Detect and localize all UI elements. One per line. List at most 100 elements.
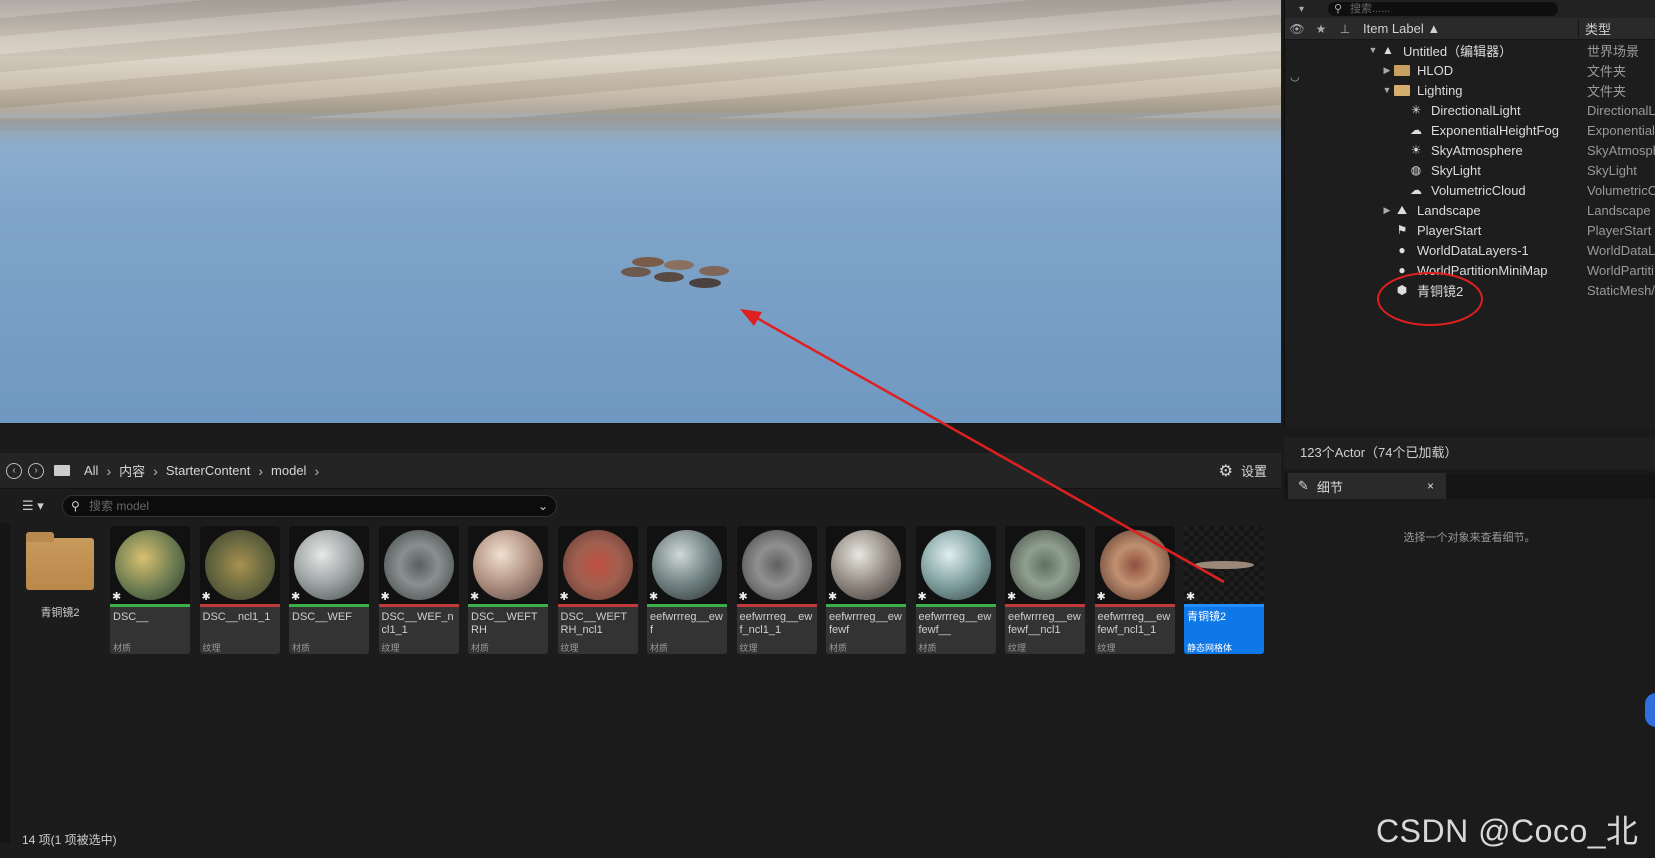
asset-badge-icon: ✱ [201,591,211,603]
back-icon[interactable]: ‹ [6,462,22,479]
pin-column-icon[interactable]: ⊥ [1333,22,1357,36]
asset-name: eefwrrreg__ewfewf_ncl1_1 [1097,611,1171,636]
chevron-right-icon[interactable]: › [314,463,319,479]
breadcrumb-content[interactable]: 内容 [119,461,145,480]
asset-tile[interactable]: ✱ DSC__WEF 材质 [289,526,369,654]
side-handle[interactable] [1645,693,1655,727]
bronze-mirror-thumbnail [652,530,722,600]
folder-tile[interactable]: 青铜镜2 [22,532,98,620]
asset-type: 材质 [292,643,311,653]
asset-tile[interactable]: ✱ DSC__WEF_ncl1_1 纹理 [378,526,459,654]
tab-details[interactable]: ✎ 细节 × [1288,473,1446,499]
asset-name: DSC__WEF [292,611,352,623]
sky-light-icon: ◍ [1410,163,1422,177]
expand-arrow-icon[interactable]: ▶ [1381,205,1393,216]
details-tabbar: ✎ 细节 × [1284,473,1655,499]
outliner-row-type: WorldPartiti [1587,262,1654,278]
bronze-mirror-thumbnail [831,530,901,600]
bronze-mirror-meshes[interactable] [0,0,1281,423]
asset-name: eefwrrreg__ewfewf__ncl1 [1008,611,1081,636]
outliner-row-label: SkyLight [1431,162,1481,178]
content-search-input[interactable]: ⚲ 搜索 model ⌄ [62,495,557,517]
breadcrumb-model[interactable]: model [271,463,306,478]
forward-icon[interactable]: › [28,462,44,479]
chevron-right-icon[interactable]: › [258,463,263,479]
outliner-search-input[interactable]: ⚲ 搜索...... [1328,2,1559,16]
asset-tile[interactable]: ✱ eefwrrreg__ewfewf_ncl1_1 纹理 [1094,526,1175,654]
outliner-row-type: SkyAtmosph [1587,142,1655,158]
asset-thumbnail: ✱ [110,526,190,604]
outliner-header: 👁 ★ ⊥ Item Label ▲ 类型 [1285,18,1655,40]
settings-button[interactable]: ⚙ 设置 [1219,461,1267,481]
bronze-mirror-thumbnail [115,530,185,600]
outliner-row[interactable]: ☁ VolumetricCloud VolumetricC [1285,180,1655,200]
asset-name: eefwrrreg__ewfewf [829,611,902,636]
outliner-row[interactable]: ▼ Lighting 文件夹 [1285,80,1655,100]
visibility-column-icon[interactable]: 👁 [1285,22,1309,36]
asset-type: 静态网格体 [1187,643,1233,653]
level-viewport[interactable] [0,0,1281,423]
asset-tile[interactable]: ✱ DSC__ncl1_1 纹理 [199,526,280,654]
expand-arrow-icon[interactable]: ▼ [1367,45,1379,55]
chevron-right-icon[interactable]: › [106,463,111,479]
asset-type: 纹理 [739,643,758,653]
asset-tile[interactable]: ✱ eefwrrreg__ewf 材质 [647,526,727,654]
outliner-row[interactable]: ☁ ExponentialHeightFog Exponentiall [1285,120,1655,140]
outliner-row[interactable]: ☀ SkyAtmosphere SkyAtmosph [1285,140,1655,160]
asset-tile[interactable]: ✱ eefwrrreg__ewf_ncl1_1 纹理 [736,526,817,654]
asset-name: eefwrrreg__ewfewf__ [918,611,992,636]
bronze-mirror-thumbnail [1099,530,1170,600]
outliner-row[interactable]: ▶ ⛰ Landscape Landscape [1285,200,1655,220]
expand-arrow-icon[interactable]: ▼ [1381,85,1393,95]
asset-name: eefwrrreg__ewf [650,611,723,636]
content-browser: ‹ › All › 内容 › StarterContent › model › … [0,453,1281,858]
asset-badge-icon: ✱ [1007,591,1017,603]
asset-name: DSC__WEFTRH_ncl1 [560,611,628,636]
asset-tile[interactable]: ✱ 青铜镜2 静态网格体 [1184,526,1264,654]
outliner-row-type: WorldDataL [1587,242,1655,258]
asset-tile[interactable]: ✱ eefwrrreg__ewfewf 材质 [826,526,906,654]
asset-tile[interactable]: ✱ DSC__WEFTRH 材质 [468,526,548,654]
type-column[interactable]: 类型 [1578,19,1611,38]
folder-icon[interactable] [54,465,70,476]
asset-tile[interactable]: ✱ DSC__WEFTRH_ncl1 纹理 [557,526,638,654]
details-panel: ✎ 细节 × 选择一个对象来查看细节。 [1284,473,1655,858]
expand-arrow-icon[interactable]: ▶ [1381,65,1393,76]
chevron-down-icon[interactable]: ⌄ [538,496,548,516]
visibility-eye-icon[interactable]: ◡ [1290,70,1300,83]
asset-badge-icon: ✱ [738,591,748,603]
asset-tile[interactable]: ✱ DSC__ 材质 [110,526,190,654]
breadcrumb-startercontent[interactable]: StarterContent [166,463,251,478]
folder-open-icon [1393,83,1411,97]
world-outliner: ▾ ⚲ 搜索...... 👁 ★ ⊥ Item Label ▲ 类型 ▼ ▲ Unt… [1284,0,1655,428]
outliner-row-label: SkyAtmosphere [1431,142,1523,158]
filter-icon[interactable]: ▾ [1299,4,1304,15]
watermark: CSDN @Coco_北辰 [1376,813,1639,849]
outliner-row[interactable]: ● WorldPartitionMiniMap WorldPartiti [1285,260,1655,280]
item-label-column[interactable]: Item Label ▲ [1363,21,1578,36]
close-icon[interactable]: × [1427,479,1434,493]
outliner-row[interactable]: ◍ SkyLight SkyLight [1285,160,1655,180]
outliner-row-label: VolumetricCloud [1431,182,1526,198]
sources-collapsed-strip[interactable] [0,523,10,843]
asset-tile[interactable]: ✱ eefwrrreg__ewfewf__ 材质 [915,526,996,654]
asset-thumbnail: ✱ [1184,526,1264,604]
fog-icon: ☁ [1410,123,1422,137]
search-icon: ⚲ [71,499,80,513]
asset-tile[interactable]: ✱ eefwrrreg__ewfewf__ncl1 纹理 [1005,526,1085,654]
folder-icon [26,532,94,590]
filter-dropdown-button[interactable]: ☰ ▾ [22,498,62,514]
star-column-icon[interactable]: ★ [1309,22,1333,36]
outliner-row[interactable]: ● WorldDataLayers-1 WorldDataL [1285,240,1655,260]
outliner-row-type: 世界场景 [1587,43,1640,59]
chevron-right-icon[interactable]: › [153,463,158,479]
breadcrumb-all[interactable]: All [84,463,98,478]
asset-name: eefwrrreg__ewf_ncl1_1 [739,611,813,636]
asset-type: 纹理 [202,643,221,653]
outliner-row[interactable]: ⚑ PlayerStart PlayerStart [1285,220,1655,240]
asset-badge-icon: ✱ [291,591,301,603]
outliner-row[interactable]: ▶ HLOD 文件夹 [1285,60,1655,80]
outliner-row[interactable]: ▼ ▲ Untitled（编辑器） 世界场景 [1285,40,1655,60]
outliner-row[interactable]: ✳ DirectionalLight DirectionalL [1285,100,1655,120]
outliner-row-label: HLOD [1417,62,1454,78]
